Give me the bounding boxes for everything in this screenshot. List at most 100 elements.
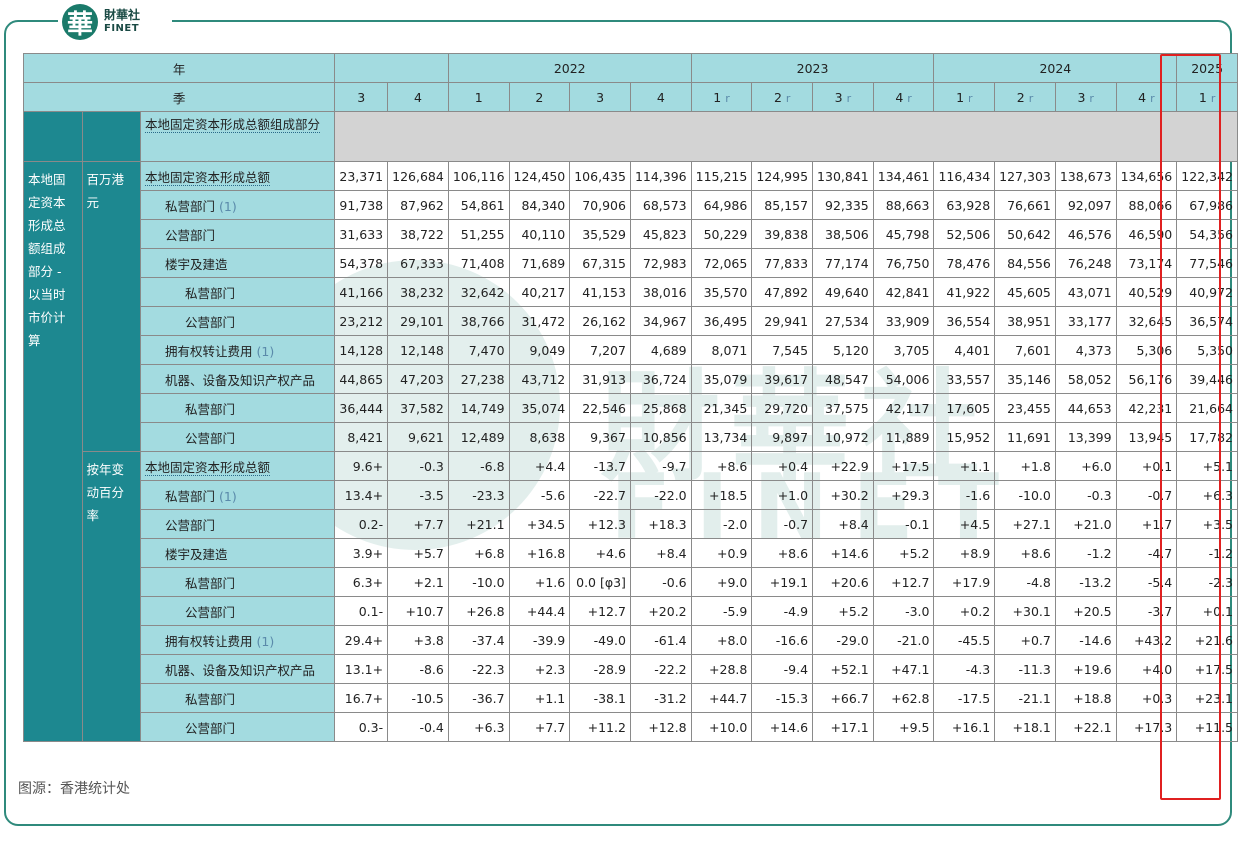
value-cell: 14,749 [447,393,510,423]
value-cell: +0.2 [933,596,996,626]
table-row: 私营部门 (1) 91,738 87,962 54,861 84,340 70,906 68… [24,190,1238,220]
revised-marker: r [785,91,791,105]
value-cell: +7.7 [508,712,571,742]
section-left-spacer [23,111,83,162]
value-cell: 88,066 [1115,190,1178,220]
row-label: 私营部门 [139,683,336,713]
value-cell: +4.4 [508,451,571,481]
table-row: 私营部门 (1) +13.4 -3.5 -23.3 -5.6 -22.7 -22.0 +18.… [24,480,1238,510]
value-cell: 134,461 [872,161,935,191]
value-cell: +4.0 [1115,654,1178,684]
value-cell: -0.3 [1054,480,1117,510]
value-cell: -6.8 [447,451,510,481]
revised-marker: r [907,91,912,105]
value-cell: 106,435 [569,161,631,191]
row-label: 拥有权转让费用 (1) [139,625,336,655]
value-cell: -15.3 [751,683,814,713]
value-cell: 29,720 [751,393,814,423]
value-cell: +0.1 [1115,451,1178,481]
value-cell: +12.3 [569,509,631,539]
value-cell: 42,841 [872,277,935,307]
value-cell: 114,396 [629,161,692,191]
value-cell: 77,833 [751,248,814,278]
value-cell: 116,434 [933,161,996,191]
year-label: 年 [22,53,336,83]
value-cell: 127,303 [994,161,1056,191]
table-row: 私营部门 41,166 38,232 32,642 40,217 41,153 38,016… [24,277,1238,307]
footnote-link[interactable]: (1) [257,634,275,649]
value-cell: -0.4 [387,712,449,742]
value-cell: +23.1 [1176,683,1238,713]
value-cell: +18.8 [1054,683,1117,713]
revised-marker: r [1210,91,1216,105]
value-cell: +6.8 [447,538,510,568]
footnote-link[interactable]: (1) [257,344,275,359]
table-row: 公营部门 8,421 9,621 12,489 8,638 9,367 10,856 13,7… [24,422,1238,452]
value-cell: +16.8 [508,538,571,568]
value-cell: 73,174 [1115,248,1178,278]
row-label: 公营部门 [139,219,336,249]
year-cell: 2025 [1176,53,1238,83]
value-cell: +13.4 [334,480,389,510]
value-cell: +20.5 [1054,596,1117,626]
value-cell: 70,906 [569,190,631,220]
value-cell: -8.6 [387,654,449,684]
value-cell: -2.3 [1176,567,1238,597]
table-row: 公营部门 31,633 38,722 51,255 40,110 35,529 45,823… [24,219,1238,249]
value-cell: +30.2 [812,480,874,510]
value-cell: 21,345 [690,393,753,423]
value-cell: -0.1 [872,509,935,539]
value-cell: +21.1 [447,509,510,539]
value-cell: -36.7 [447,683,510,713]
value-cell: 45,605 [994,277,1056,307]
value-cell: -22.0 [629,480,692,510]
value-cell: 134,656 [1115,161,1178,191]
value-cell: -1.6 [933,480,996,510]
value-cell: 43,712 [508,364,571,394]
section-left-spacer [81,111,141,162]
value-cell: -14.6 [1054,625,1117,655]
footnote-link[interactable]: (1) [219,489,237,504]
value-cell: 126,684 [387,161,449,191]
quarter-cell: 3 [334,82,389,112]
quarter-cell: 4 r [1115,82,1178,112]
row-label: 公营部门 [139,712,336,742]
value-cell: 36,574 [1176,306,1238,336]
value-cell: 72,983 [629,248,692,278]
value-cell: -22.7 [569,480,631,510]
value-cell: -1.2 [1054,538,1117,568]
value-cell: 46,590 [1115,219,1178,249]
value-cell: 84,556 [994,248,1056,278]
section-label[interactable]: 本地固定资本形成总额组成部分 [145,117,321,133]
value-cell: +0.1 [1176,596,1238,626]
value-cell: +5.2 [872,538,935,568]
value-cell: 130,841 [812,161,874,191]
value-cell: 37,582 [387,393,449,423]
value-cell: +9.5 [872,712,935,742]
value-cell: +19.6 [1054,654,1117,684]
value-cell: 76,248 [1054,248,1117,278]
value-cell: 7,470 [447,335,510,365]
value-cell: 68,573 [629,190,692,220]
quarter-cell: 2 r [751,82,814,112]
quarter-cell: 1 r [933,82,996,112]
value-cell: 7,207 [569,335,631,365]
value-cell: 9,049 [508,335,571,365]
value-cell: -61.4 [629,625,692,655]
value-cell: +17.5 [1176,654,1238,684]
value-cell: +6.3 [1176,480,1238,510]
value-cell: +9.6 [334,451,389,481]
value-cell: 33,177 [1054,306,1117,336]
value-cell: 25,868 [629,393,692,423]
value-cell: 5,120 [812,335,874,365]
value-cell: 76,661 [994,190,1056,220]
table-row: 机器、设备及知识产权产品 +13.1 -8.6 -22.3 +2.3 -28.9 -22.2… [24,654,1238,684]
value-cell: +9.0 [690,567,753,597]
value-cell: 38,016 [629,277,692,307]
quarter-label: 季 [22,82,336,112]
value-cell: 84,340 [508,190,571,220]
footnote-link[interactable]: (1) [219,199,237,214]
value-cell: +17.3 [1115,712,1178,742]
value-cell: 4,689 [629,335,692,365]
value-cell: -4.8 [994,567,1056,597]
